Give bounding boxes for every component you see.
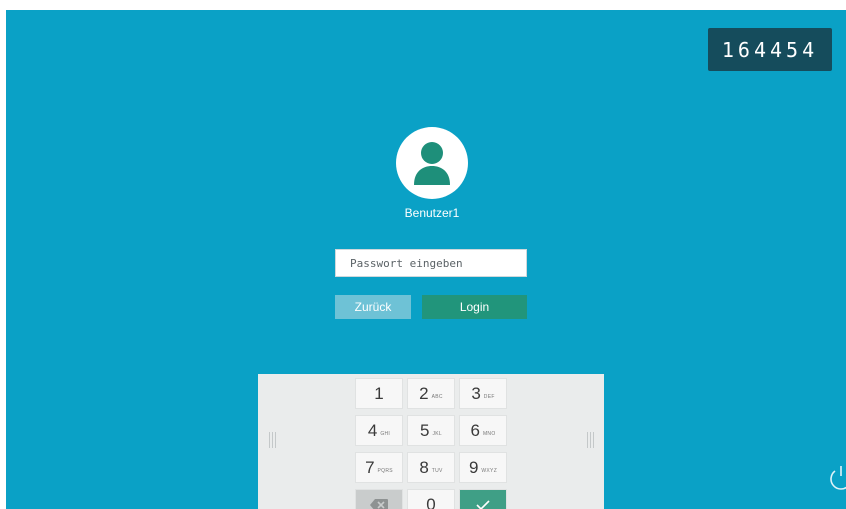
key-letters: WXYZ xyxy=(481,467,498,474)
key-8[interactable]: 8 TUV xyxy=(407,452,455,483)
key-letters: GHI xyxy=(380,430,391,437)
key-2[interactable]: 2 ABC xyxy=(407,378,455,409)
key-1[interactable]: 1 xyxy=(355,378,403,409)
key-letters: JKL xyxy=(432,430,442,437)
key-3[interactable]: 3 DEF xyxy=(459,378,507,409)
key-4[interactable]: 4 GHI xyxy=(355,415,403,446)
keypad-drag-handle-right[interactable] xyxy=(587,432,595,448)
key-digit: 7 xyxy=(365,457,375,477)
password-input[interactable] xyxy=(335,249,527,277)
key-7[interactable]: 7 PQRS xyxy=(355,452,403,483)
key-letters: MNO xyxy=(482,430,496,437)
key-0[interactable]: 0 xyxy=(407,489,455,509)
key-digit: 6 xyxy=(470,420,480,440)
session-code-display: 164454 xyxy=(708,28,832,71)
person-icon xyxy=(414,142,450,185)
key-digit: 2 xyxy=(419,383,429,403)
key-5[interactable]: 5 JKL xyxy=(407,415,455,446)
key-6[interactable]: 6 MNO xyxy=(459,415,507,446)
user-avatar[interactable] xyxy=(396,127,468,199)
key-9[interactable]: 9 WXYZ xyxy=(459,452,507,483)
key-digit: 0 xyxy=(426,494,436,509)
confirm-key[interactable] xyxy=(459,489,507,509)
key-digit: 9 xyxy=(468,457,479,477)
backspace-icon xyxy=(370,498,388,509)
checkmark-icon xyxy=(476,499,490,509)
key-letters: TUV xyxy=(431,467,443,474)
key-letters: ABC xyxy=(431,393,443,400)
key-digit: 8 xyxy=(419,457,429,477)
login-button[interactable]: Login xyxy=(422,295,527,319)
keypad-drag-handle-left[interactable] xyxy=(269,432,277,448)
key-letters: PQRS xyxy=(377,467,393,474)
key-letters: DEF xyxy=(483,393,495,400)
power-button[interactable] xyxy=(826,462,846,492)
back-button[interactable]: Zurück xyxy=(335,295,411,319)
key-digit: 3 xyxy=(471,383,481,403)
power-icon xyxy=(830,466,846,490)
key-digit: 1 xyxy=(374,383,384,403)
key-digit: 4 xyxy=(367,420,378,440)
numeric-keypad: 1 2 ABC 3 DEF 4 GHI 5 JKL 6 MNO 7 PQRS 8… xyxy=(258,374,604,509)
username-label: Benutzer1 xyxy=(404,206,460,220)
login-screen: 164454 Benutzer1 Zurück Login 1 2 ABC 3 … xyxy=(6,10,846,509)
key-digit: 5 xyxy=(420,420,430,440)
backspace-key[interactable] xyxy=(355,489,403,509)
